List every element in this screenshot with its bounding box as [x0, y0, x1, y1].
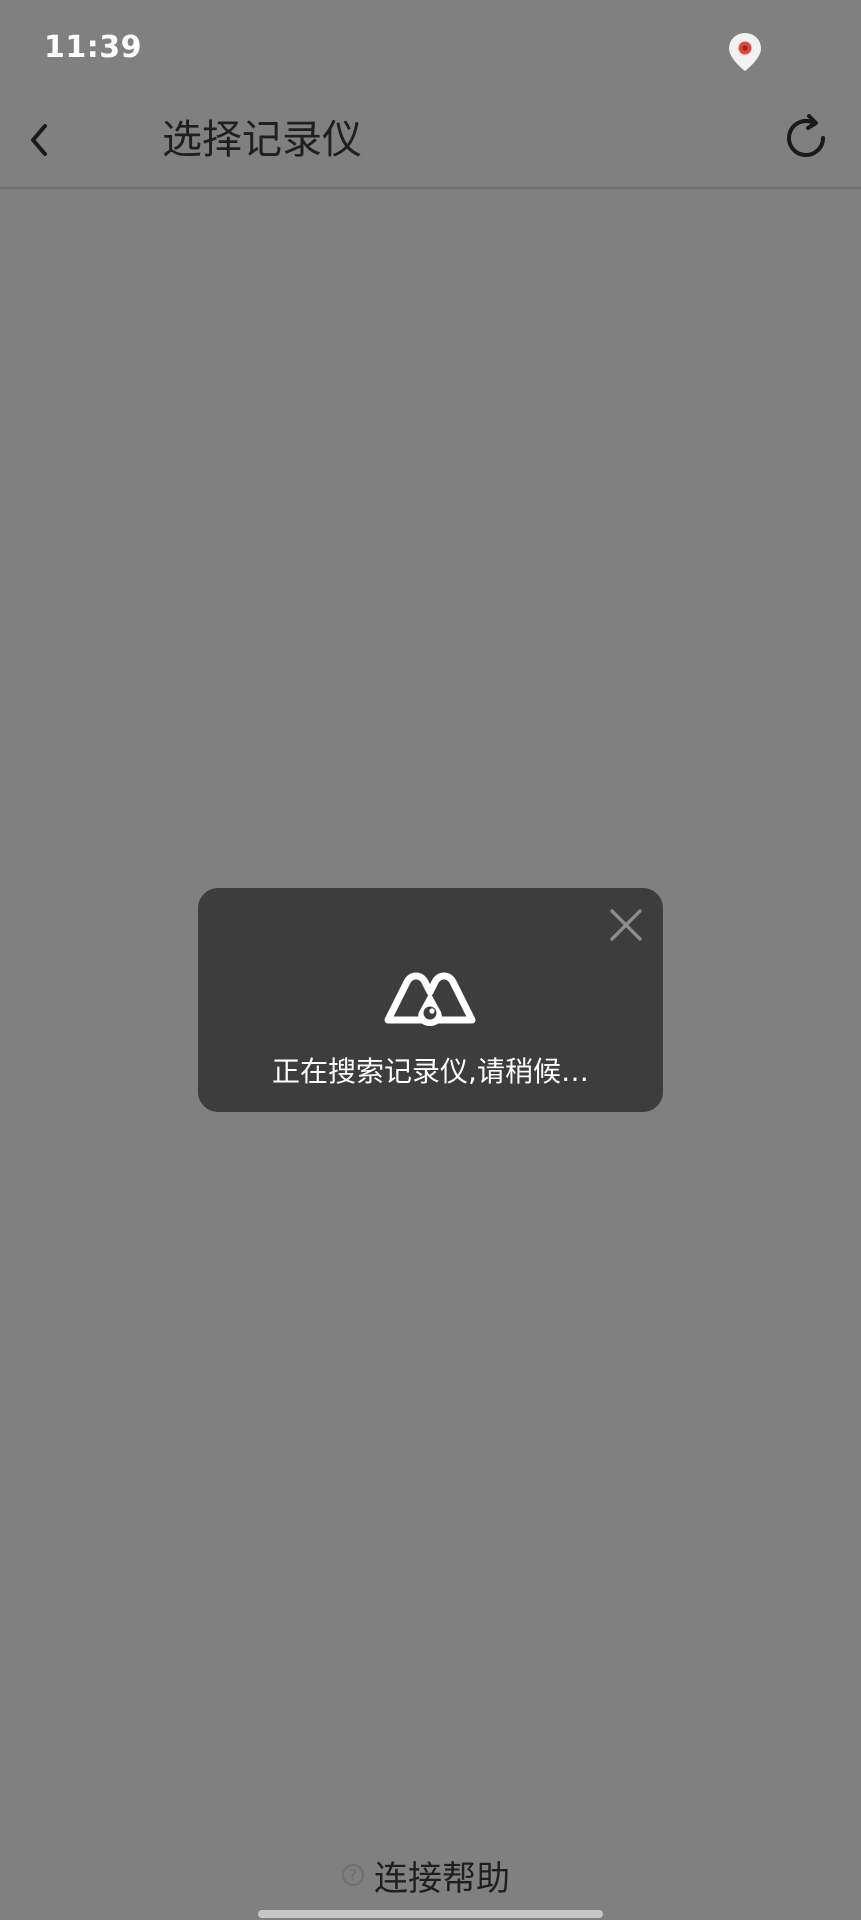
chevron-left-icon — [31, 124, 47, 156]
brand-logo-icon — [384, 972, 476, 1026]
back-button[interactable] — [10, 110, 70, 170]
app-bar: 选择记录仪 — [0, 98, 861, 188]
connection-help-link[interactable]: ? 连接帮助 — [342, 1854, 510, 1899]
help-label: 连接帮助 — [374, 1858, 510, 1899]
close-button[interactable] — [607, 906, 645, 944]
refresh-button[interactable] — [776, 108, 836, 168]
close-icon — [610, 909, 642, 941]
location-pin-icon — [729, 33, 761, 71]
status-time: 11:39 — [44, 30, 142, 65]
help-icon: ? — [342, 1864, 364, 1886]
loading-message: 正在搜索记录仪,请稍候… — [272, 1055, 589, 1088]
page-title: 选择记录仪 — [162, 117, 362, 163]
home-indicator[interactable] — [258, 1910, 603, 1918]
loading-dialog: 正在搜索记录仪,请稍候… — [198, 888, 663, 1112]
status-bar: 11:39 — [0, 0, 861, 98]
refresh-icon — [787, 114, 825, 157]
